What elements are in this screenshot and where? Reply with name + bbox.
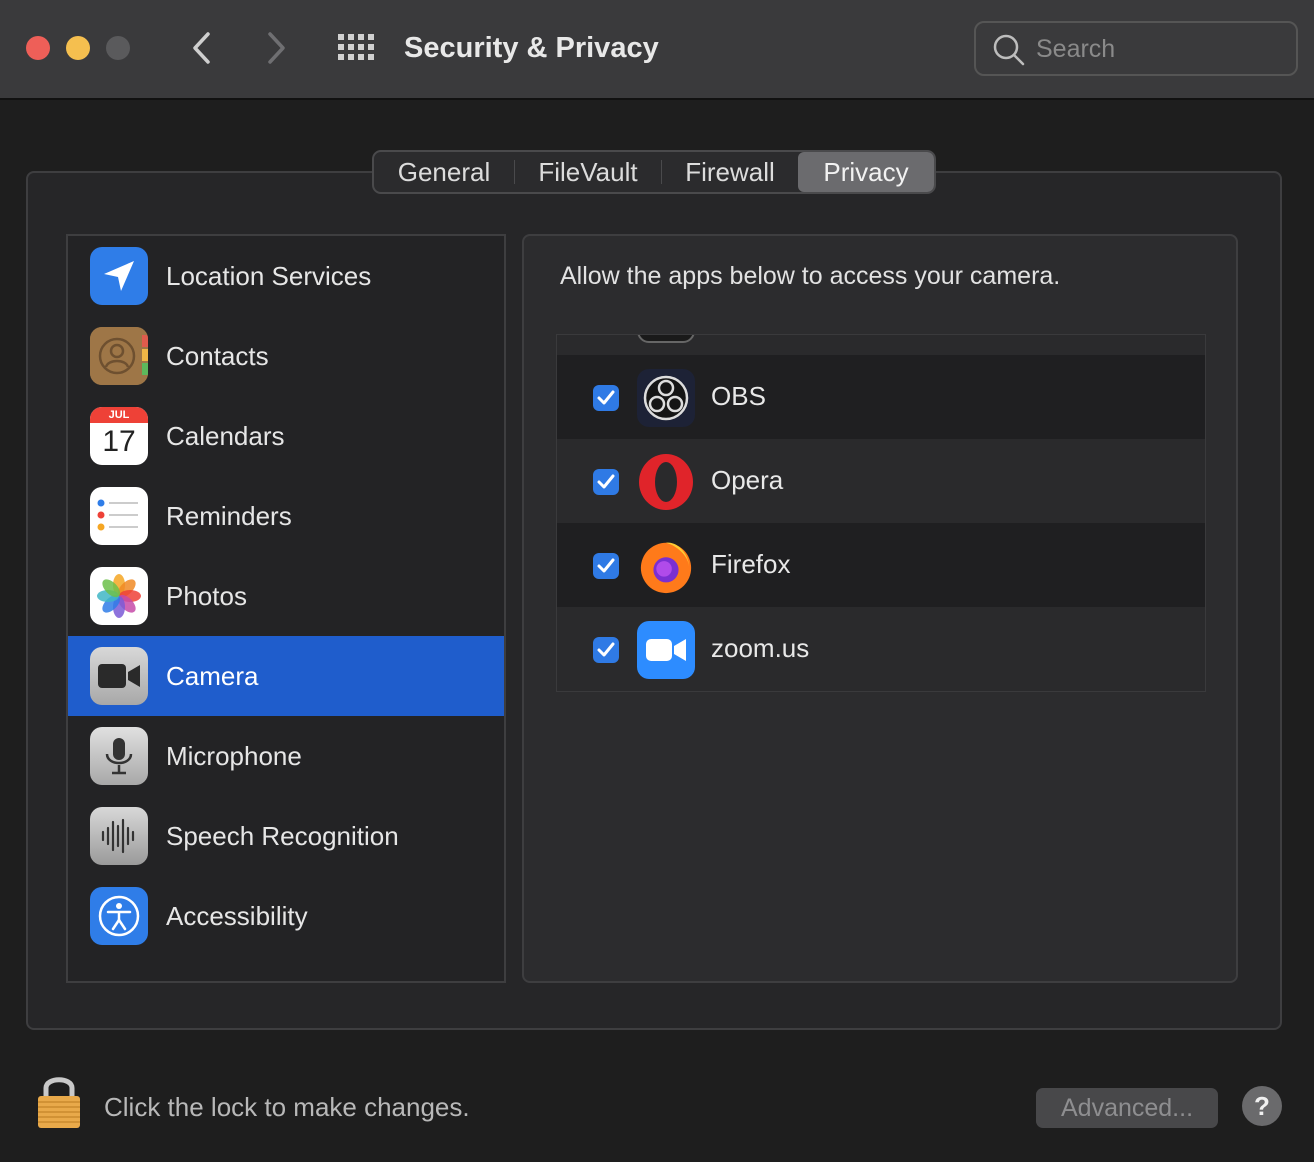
lock-status-text: Click the lock to make changes. (104, 1092, 470, 1122)
obs-checkbox[interactable] (593, 385, 619, 411)
list-item-zoom[interactable]: zoom.us (557, 607, 1205, 691)
zoom-icon (637, 621, 695, 679)
checkmark-icon (597, 474, 615, 489)
tab-firewall[interactable]: Firewall (662, 152, 798, 192)
sidebar-item-microphone[interactable]: Microphone (68, 716, 504, 796)
opera-icon (637, 453, 695, 511)
app-icon (637, 335, 695, 343)
location-arrow-icon (90, 247, 148, 305)
search-field[interactable] (974, 21, 1298, 76)
sidebar-item-label: Camera (166, 660, 259, 691)
sidebar-item-calendars[interactable]: JUL 17 Calendars (68, 396, 504, 476)
sidebar-item-accessibility[interactable]: Accessibility (68, 876, 504, 956)
minimize-window-button[interactable] (66, 36, 90, 60)
sidebar-item-camera[interactable]: Camera (68, 636, 504, 716)
lock-icon (38, 1077, 80, 1128)
checkmark-icon (597, 558, 615, 573)
zoom-window-button[interactable] (106, 36, 130, 60)
checkmark-icon (597, 642, 615, 657)
list-item-firefox[interactable]: Firefox (557, 523, 1205, 607)
app-name: Opera (711, 465, 784, 495)
accessibility-icon (90, 887, 148, 945)
tab-filevault[interactable]: FileVault (515, 152, 661, 192)
forward-button[interactable] (256, 28, 296, 68)
obs-icon (637, 369, 695, 427)
privacy-category-list: Location Services Contacts JUL 17 Calend… (66, 234, 506, 983)
calendar-month: JUL (90, 407, 148, 423)
app-name: zoom.us (711, 633, 810, 663)
app-name: OBS (711, 381, 766, 411)
pane-description: Allow the apps below to access your came… (560, 262, 1061, 290)
search-icon (993, 34, 1025, 66)
sidebar-item-label: Photos (166, 580, 247, 611)
microphone-icon (90, 727, 148, 785)
speech-waveform-icon (90, 807, 148, 865)
sidebar-item-label: Contacts (166, 340, 269, 371)
sidebar-item-location-services[interactable]: Location Services (68, 236, 504, 316)
list-item (557, 335, 1205, 355)
photos-icon (90, 567, 148, 625)
sidebar-item-label: Calendars (166, 420, 285, 451)
sidebar-item-label: Reminders (166, 500, 292, 531)
camera-icon (90, 647, 148, 705)
tab-privacy[interactable]: Privacy (798, 152, 934, 192)
back-button[interactable] (182, 28, 222, 68)
firefox-checkbox[interactable] (593, 553, 619, 579)
chevron-right-icon (268, 32, 285, 64)
zoom-checkbox[interactable] (593, 637, 619, 663)
advanced-button[interactable]: Advanced... (1036, 1088, 1218, 1128)
reminders-icon (90, 487, 148, 545)
sidebar-item-reminders[interactable]: Reminders (68, 476, 504, 556)
camera-permissions-pane: Allow the apps below to access your came… (522, 234, 1238, 983)
title-bar: Security & Privacy (0, 0, 1314, 100)
contacts-icon (90, 327, 148, 385)
lock-button[interactable] (36, 1072, 82, 1130)
sidebar-item-photos[interactable]: Photos (68, 556, 504, 636)
help-button[interactable]: ? (1242, 1086, 1282, 1126)
list-item-obs[interactable]: OBS (557, 355, 1205, 439)
sidebar-item-contacts[interactable]: Contacts (68, 316, 504, 396)
tab-general[interactable]: General (374, 152, 514, 192)
grid-icon (338, 34, 374, 60)
opera-checkbox[interactable] (593, 469, 619, 495)
sidebar-item-label: Speech Recognition (166, 820, 399, 851)
window-title: Security & Privacy (404, 32, 659, 64)
sidebar-item-label: Accessibility (166, 900, 308, 931)
calendar-icon: JUL 17 (90, 407, 148, 465)
firefox-icon (637, 537, 695, 595)
close-window-button[interactable] (26, 36, 50, 60)
sidebar-item-label: Location Services (166, 260, 372, 291)
sidebar-item-label: Microphone (166, 740, 302, 771)
show-all-button[interactable] (336, 30, 376, 70)
list-item-opera[interactable]: Opera (557, 439, 1205, 523)
chevron-left-icon (193, 32, 210, 64)
search-input[interactable] (1036, 31, 1286, 67)
app-name: Firefox (711, 549, 791, 579)
checkmark-icon (597, 390, 615, 405)
app-permission-list[interactable]: OBS Opera Firefox zoom.us (556, 334, 1206, 692)
tab-bar: General FileVault Firewall Privacy (372, 150, 936, 194)
sidebar-item-speech-recognition[interactable]: Speech Recognition (68, 796, 504, 876)
calendar-day: 17 (102, 425, 136, 458)
